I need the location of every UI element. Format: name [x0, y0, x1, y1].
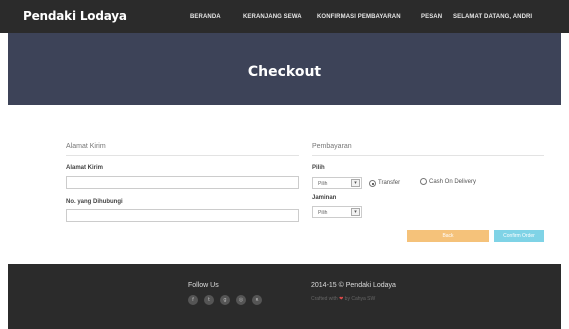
credit-prefix: Crafted with	[311, 296, 338, 302]
back-button[interactable]: Back	[407, 230, 489, 242]
address-input[interactable]	[66, 176, 299, 189]
rss-icon[interactable]: ʀ	[252, 295, 262, 305]
address-label: Alamat Kirim	[66, 165, 104, 171]
nav-item-keranjang-sewa[interactable]: KERANJANG SEWA	[243, 14, 302, 20]
page-header-banner: Checkout	[8, 33, 561, 105]
radio-transfer-label: Transfer	[378, 180, 401, 186]
nav-item-pesan[interactable]: PESAN	[421, 14, 442, 20]
heart-icon: ❤	[339, 296, 344, 302]
instagram-icon[interactable]: ◎	[236, 295, 246, 305]
twitter-icon[interactable]: t	[204, 295, 214, 305]
phone-input[interactable]	[66, 209, 299, 222]
shipping-divider	[66, 155, 299, 156]
credit-suffix: by Cahya SW	[344, 296, 376, 302]
chevron-down-icon: ▾	[351, 179, 360, 187]
chevron-down-icon: ▾	[351, 208, 360, 216]
copyright-text: 2014-15 © Pendaki Lodaya	[311, 282, 396, 289]
guarantee-label: Jaminan	[312, 195, 337, 201]
payment-method-label: Pilih	[312, 165, 325, 171]
payment-method-select[interactable]: Pilih ▾	[312, 177, 362, 189]
credit-text: Crafted with ❤ by Cahya SW	[311, 296, 375, 302]
top-navbar: Pendaki Lodaya BERANDA KERANJANG SEWA KO…	[0, 0, 569, 33]
footer: Follow Us f t g ◎ ʀ 2014-15 © Pendaki Lo…	[8, 264, 561, 329]
shipping-section-title: Alamat Kirim	[66, 143, 106, 150]
guarantee-select[interactable]: Pilih ▾	[312, 206, 362, 218]
facebook-icon[interactable]: f	[188, 295, 198, 305]
payment-divider	[312, 155, 544, 156]
payment-section-title: Pembayaran	[312, 143, 352, 150]
brand-logo[interactable]: Pendaki Lodaya	[23, 9, 127, 23]
confirm-order-button[interactable]: Confirm Order	[494, 230, 544, 242]
radio-cash-on-delivery[interactable]	[420, 178, 427, 185]
radio-cash-on-delivery-label: Cash On Delivery	[429, 179, 477, 185]
google-plus-icon[interactable]: g	[220, 295, 230, 305]
follow-us-title: Follow Us	[188, 282, 219, 289]
nav-item-user-greeting[interactable]: SELAMAT DATANG, ANDRI	[453, 14, 532, 20]
page-title: Checkout	[247, 64, 322, 80]
phone-label: No. yang Dihubungi	[66, 199, 123, 205]
nav-item-konfirmasi-pembayaran[interactable]: KONFIRMASI PEMBAYARAN	[317, 14, 401, 20]
payment-method-select-value: Pilih	[318, 181, 328, 187]
radio-transfer[interactable]	[369, 180, 376, 187]
nav-item-beranda[interactable]: BERANDA	[190, 14, 221, 20]
guarantee-select-value: Pilih	[318, 210, 328, 216]
